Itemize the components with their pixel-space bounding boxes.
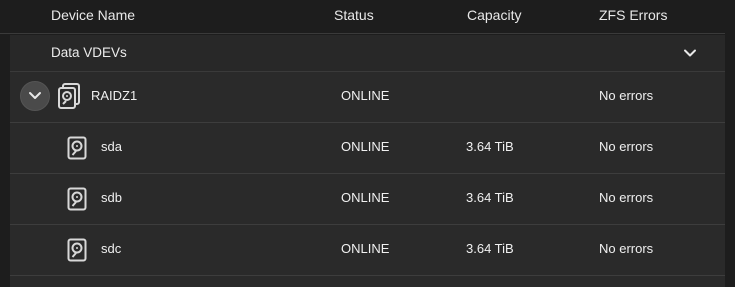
device-capacity: 3.64 TiB: [466, 190, 514, 205]
device-capacity: 3.64 TiB: [466, 241, 514, 256]
device-status: ONLINE: [341, 139, 390, 154]
device-name: sda: [101, 139, 122, 154]
hard-disk-icon: [67, 238, 89, 264]
vdev-table: Device Name Status Capacity ZFS Errors D…: [0, 0, 735, 287]
device-status: ONLINE: [341, 241, 390, 256]
device-errors: No errors: [599, 88, 654, 103]
table-row-disk[interactable]: sdb ONLINE 3.64 TiB No errors: [10, 174, 725, 225]
chevron-down-icon[interactable]: [682, 45, 698, 61]
table-header: Device Name Status Capacity ZFS Errors: [0, 0, 735, 34]
device-capacity: 3.64 TiB: [466, 139, 514, 154]
table-body: Data VDEVs RAIDZ1 ONLINE No errors sda O…: [10, 35, 725, 287]
device-status: ONLINE: [341, 190, 390, 205]
column-header-capacity[interactable]: Capacity: [467, 7, 521, 23]
column-header-device-name[interactable]: Device Name: [51, 7, 135, 23]
group-row-data-vdevs[interactable]: Data VDEVs: [10, 35, 725, 72]
device-name: sdc: [101, 241, 122, 256]
column-header-zfs-errors[interactable]: ZFS Errors: [599, 7, 667, 23]
collapse-toggle-button[interactable]: [20, 81, 50, 111]
table-row-disk[interactable]: sda ONLINE 3.64 TiB No errors: [10, 123, 725, 174]
raid-disk-icon: [57, 83, 80, 109]
chevron-down-icon: [29, 92, 41, 99]
device-name: RAIDZ1: [91, 88, 138, 103]
device-errors: No errors: [599, 139, 654, 154]
device-errors: No errors: [599, 241, 654, 256]
device-status: ONLINE: [341, 88, 390, 103]
group-label: Data VDEVs: [51, 45, 127, 60]
hard-disk-icon: [67, 136, 89, 162]
table-row-disk[interactable]: sdc ONLINE 3.64 TiB No errors: [10, 225, 725, 276]
page-margin: [725, 33, 735, 287]
table-row-vdev[interactable]: RAIDZ1 ONLINE No errors: [10, 72, 725, 123]
hard-disk-icon: [67, 187, 89, 213]
device-name: sdb: [101, 190, 122, 205]
device-errors: No errors: [599, 190, 654, 205]
column-header-status[interactable]: Status: [334, 7, 374, 23]
